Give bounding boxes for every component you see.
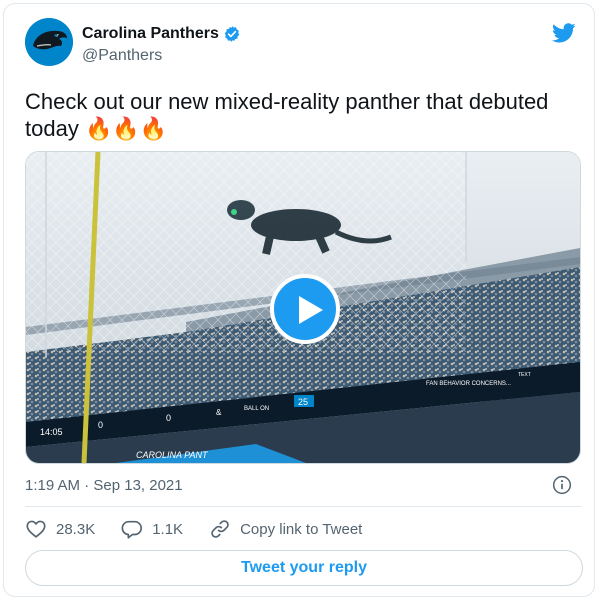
tweet-card: Carolina Panthers @Panthers Check out ou… (3, 3, 595, 597)
avatar[interactable] (25, 18, 73, 66)
tweet-timestamp[interactable]: 1:19 AM · Sep 13, 2021 (25, 477, 183, 494)
like-button[interactable]: 28.3K (25, 518, 95, 540)
like-count: 28.3K (56, 520, 96, 538)
author-name[interactable]: Carolina Panthers (82, 25, 219, 43)
twitter-bird-icon[interactable] (552, 21, 576, 45)
author-handle[interactable]: @Panthers (82, 47, 162, 65)
link-icon (211, 520, 229, 538)
yard-number: 25 (298, 397, 308, 407)
info-icon[interactable] (552, 475, 572, 495)
tweet-text: Check out our new mixed-reality panther … (25, 88, 575, 142)
verified-badge-icon (224, 26, 240, 42)
tweet-your-reply-button[interactable]: Tweet your reply (25, 550, 583, 586)
heart-icon (26, 520, 46, 538)
action-bar: 28.3K 1.1K Copy link to Tweet (25, 518, 362, 540)
panthers-logo-icon (25, 18, 73, 66)
game-clock: 14:05 (40, 427, 63, 437)
copy-link-label: Copy link to Tweet (240, 520, 363, 538)
reply-count: 1.1K (152, 520, 184, 538)
divider (25, 506, 581, 507)
fan-behavior-message: FAN BEHAVIOR CONCERNS... (426, 381, 511, 387)
text-line: TEXT (518, 372, 531, 378)
amp-label: & (216, 408, 222, 417)
right-score: 0 (166, 413, 171, 423)
reply-bubble-icon (121, 520, 143, 539)
fire-emoji: 🔥🔥🔥 (84, 116, 168, 141)
reply-action-button[interactable]: 1.1K (121, 518, 183, 540)
play-button[interactable] (270, 274, 340, 344)
left-score: 0 (98, 420, 103, 430)
video-player[interactable]: 14:05 0 0 & BALL ON 25 FAN BEHAVIOR CONC… (25, 151, 581, 464)
stadium-banner-text: CAROLINA PANT (136, 450, 209, 460)
ball-on-label: BALL ON (244, 406, 269, 412)
copy-link-button[interactable]: Copy link to Tweet (209, 518, 362, 540)
